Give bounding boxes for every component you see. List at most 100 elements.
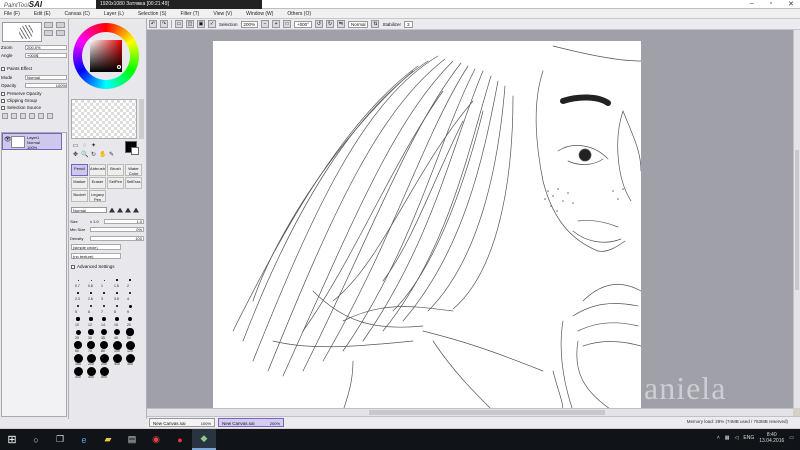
density-slider[interactable]: 100	[90, 235, 144, 241]
menu-file[interactable]: File (F)	[4, 11, 20, 17]
menu-edit[interactable]: Edit (E)	[34, 11, 51, 17]
tray-chevron-icon[interactable]: ˄	[717, 435, 720, 441]
brush-size-preset-dot[interactable]	[76, 304, 80, 308]
layer-mode-select[interactable]: Normal	[25, 74, 67, 80]
horizontal-scroll-thumb[interactable]	[369, 410, 605, 415]
rotate-icon[interactable]: ↻	[90, 152, 97, 159]
brush-size-preset-dot[interactable]	[102, 317, 106, 321]
brush-size-preset-dot[interactable]	[113, 328, 121, 336]
rotate-right-icon[interactable]: ↻	[325, 20, 334, 28]
brush-size-preset-dot[interactable]	[116, 292, 118, 294]
brush-selpen[interactable]: SelPen	[107, 177, 124, 189]
brush-size-preset-dot[interactable]	[115, 304, 119, 308]
flip-horizontal-icon[interactable]: ⇋	[336, 20, 345, 28]
stabilizer-select[interactable]: 3	[404, 20, 413, 28]
brush-size-preset-dot[interactable]	[89, 317, 93, 321]
brush-size-preset-dot[interactable]	[115, 317, 119, 321]
network-icon[interactable]: ▦	[725, 435, 730, 441]
brush-size-preset-dot[interactable]	[103, 279, 105, 281]
clipping-group-toggle[interactable]: Clipping Group	[1, 98, 37, 103]
delete-layer-icon[interactable]	[47, 113, 53, 119]
new-folder-icon[interactable]	[20, 113, 26, 119]
flip-vertical-icon[interactable]: ⇅	[371, 20, 380, 28]
preserve-opacity-toggle[interactable]: Preserve Opacity	[1, 91, 42, 96]
selection-source-toggle[interactable]: Selection Source	[1, 105, 41, 110]
brush-size-preset-dot[interactable]	[129, 279, 131, 281]
toolbar-zoom-select[interactable]: 200%	[240, 20, 259, 28]
task-view-icon[interactable]: ❐	[48, 429, 72, 450]
file-explorer-icon[interactable]: ▰	[96, 429, 120, 450]
brush-size-preset-dot[interactable]	[77, 292, 79, 294]
volume-icon[interactable]: ◁	[735, 435, 739, 441]
layer-item[interactable]: 👁 Layer1 Normal 100%	[2, 133, 62, 150]
menu-others[interactable]: Others (O)	[287, 11, 311, 17]
brush-texture-select[interactable]: (no texture)	[71, 253, 121, 259]
min-size-slider[interactable]: 0%	[90, 226, 144, 232]
canvas-vertical-scrollbar[interactable]	[793, 30, 800, 408]
brush-size-preset-dot[interactable]	[129, 292, 131, 294]
invert-selection-icon[interactable]: ◫	[186, 20, 194, 28]
brush-pencil[interactable]: Pencil	[71, 164, 88, 176]
brush-size-preset-dot[interactable]	[90, 279, 92, 281]
brush-bucket[interactable]: Bucket	[71, 190, 88, 202]
zoom-icon[interactable]: 🔍	[81, 152, 88, 159]
rect-select-icon[interactable]: ▭	[72, 143, 79, 150]
color-wheel[interactable]	[73, 23, 139, 89]
canvas-horizontal-scrollbar[interactable]	[147, 408, 793, 416]
minimize-button[interactable]: –	[750, 0, 754, 8]
merge-down-icon[interactable]	[38, 113, 44, 119]
menu-filter[interactable]: Filter (T)	[180, 11, 199, 17]
brush-watercolor[interactable]: Water Color	[125, 164, 142, 176]
chrome-icon[interactable]: ◉	[144, 429, 168, 450]
brush-edge-soft-icon[interactable]	[125, 207, 131, 213]
scratchpad-scrollbar[interactable]	[139, 99, 144, 139]
blend-mode-select[interactable]: Normal	[71, 207, 107, 213]
brush-edge-softer-icon[interactable]	[133, 207, 139, 213]
clipping-group-checkbox[interactable]	[1, 98, 5, 103]
menu-layer[interactable]: Layer (L)	[104, 11, 124, 17]
brush-airbrush[interactable]: Airbrush	[89, 164, 106, 176]
brush-size-preset-dot[interactable]	[102, 304, 106, 308]
advanced-settings-toggle[interactable]: Advanced Settings	[71, 264, 115, 269]
vertical-scroll-thumb[interactable]	[795, 150, 799, 290]
canvas-viewport[interactable]	[147, 30, 793, 408]
zoom-out-icon[interactable]: −	[261, 20, 270, 28]
move-icon[interactable]: ✥	[72, 152, 79, 159]
color-marker[interactable]	[117, 65, 121, 69]
navi-rotate-right-button[interactable]	[56, 30, 65, 36]
paint-effect-checkbox[interactable]	[1, 66, 5, 71]
brush-shape-select[interactable]: (simple circle)	[71, 244, 121, 250]
redo-icon[interactable]: ↷	[160, 20, 168, 28]
drawing-canvas[interactable]	[213, 41, 641, 408]
brush-edge-medium-icon[interactable]	[117, 207, 123, 213]
navi-rotate-left-button[interactable]	[44, 30, 53, 36]
brush-size-preset-dot[interactable]	[77, 279, 79, 281]
size-slider[interactable]: 1.0	[104, 218, 144, 224]
brush-size-preset-dot[interactable]	[126, 328, 134, 336]
doc-tab[interactable]: New Canvas.sai 100%	[149, 418, 215, 427]
navi-zoom-out-button[interactable]	[56, 22, 65, 28]
brush-size-preset-dot[interactable]	[86, 340, 96, 350]
toolbar-angle-select[interactable]: +000°	[294, 20, 312, 28]
brush-size-preset-dot[interactable]	[116, 279, 118, 281]
brush-legacy-pen[interactable]: Legacy Pen	[89, 190, 106, 202]
new-layer-icon[interactable]	[2, 113, 8, 119]
close-button[interactable]: ✕	[788, 0, 794, 8]
store-icon[interactable]: ▤	[120, 429, 144, 450]
menu-selection[interactable]: Selection (S)	[138, 11, 167, 17]
language-indicator[interactable]: ENG	[743, 435, 754, 441]
brush-seleras[interactable]: SelEras	[125, 177, 142, 189]
brush-size-preset-dot[interactable]	[76, 317, 80, 321]
paint-tool-sai-icon[interactable]: ◆	[192, 429, 216, 450]
scratchpad[interactable]	[71, 99, 137, 139]
brush-size-preset-dot[interactable]	[88, 329, 94, 335]
brush-size-preset-dot[interactable]	[89, 304, 93, 308]
zoom-field[interactable]: 200.0%	[25, 44, 67, 50]
magic-wand-icon[interactable]: ✦	[90, 143, 97, 150]
eyedropper-icon[interactable]: ✎	[108, 152, 115, 159]
zoom-in-icon[interactable]: +	[272, 20, 281, 28]
brush-brush[interactable]: Brush	[107, 164, 124, 176]
menu-window[interactable]: Window (W)	[246, 11, 273, 17]
clock[interactable]: 8:40 13.04.2016	[759, 432, 784, 444]
brush-size-preset-dot[interactable]	[127, 316, 133, 322]
